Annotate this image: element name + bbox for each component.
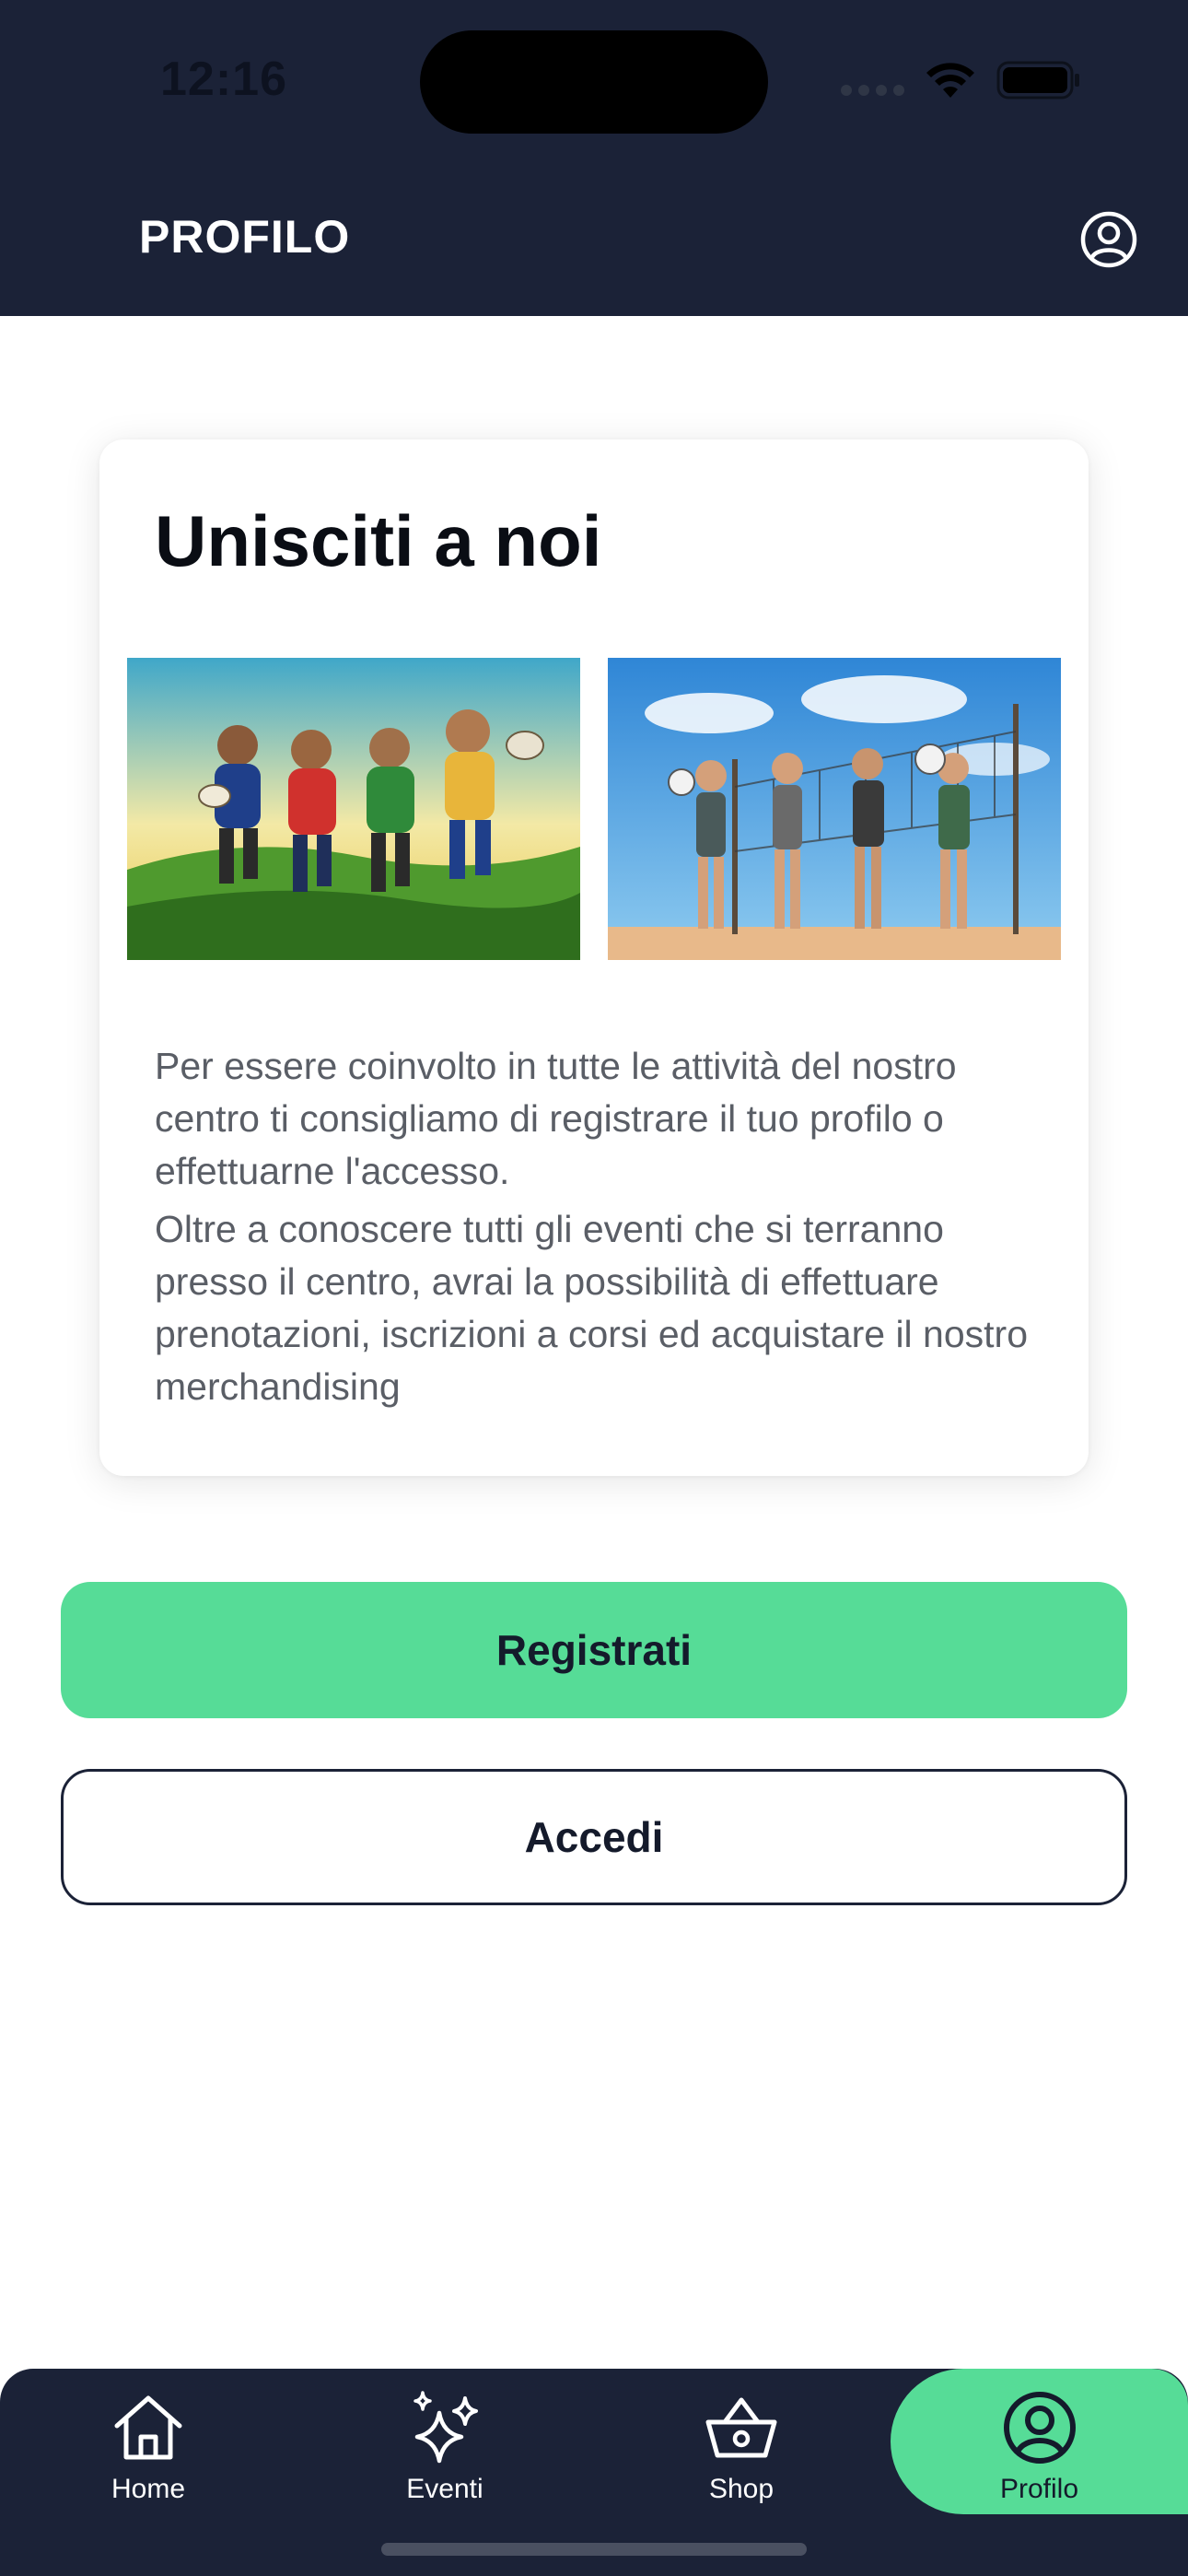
home-indicator[interactable] — [381, 2543, 807, 2556]
card-description: Per essere coinvolto in tutte le attivit… — [155, 1040, 1039, 1413]
wifi-icon — [926, 63, 974, 98]
volleyball-players-illustration — [608, 658, 1061, 960]
tab-label: Eventi — [406, 2474, 483, 2504]
account-circle-icon[interactable] — [1080, 211, 1137, 268]
page-title: PROFILO — [139, 211, 351, 263]
join-card: Unisciti a noi Per essere coinvolto in t… — [99, 439, 1089, 1476]
tab-label: Home — [111, 2474, 186, 2504]
card-paragraph: Oltre a conoscere tutti gli eventi che s… — [155, 1208, 1029, 1408]
sparkles-icon — [413, 2391, 478, 2464]
account-circle-icon — [1003, 2392, 1076, 2464]
cellular-signal-icon — [841, 85, 905, 98]
battery-icon — [996, 61, 1079, 100]
dynamic-island — [420, 30, 768, 134]
register-button[interactable]: Registrati — [61, 1582, 1127, 1718]
tab-home[interactable]: Home — [0, 2369, 297, 2516]
rugby-players-illustration — [127, 658, 580, 960]
card-title: Unisciti a noi — [155, 500, 602, 581]
login-button[interactable]: Accedi — [61, 1769, 1127, 1905]
home-icon — [114, 2395, 182, 2460]
tab-label: Shop — [708, 2474, 775, 2504]
basket-icon — [705, 2397, 777, 2458]
card-paragraph: Per essere coinvolto in tutte le attivit… — [155, 1045, 957, 1192]
top-bar: 12:16 PROFILO — [0, 0, 1188, 316]
tab-shop[interactable]: Shop — [593, 2369, 890, 2516]
status-time: 12:16 — [160, 53, 287, 106]
tab-profilo[interactable]: Profilo — [891, 2369, 1188, 2514]
tab-label: Profilo — [999, 2474, 1079, 2504]
tab-eventi[interactable]: Eventi — [297, 2369, 593, 2516]
